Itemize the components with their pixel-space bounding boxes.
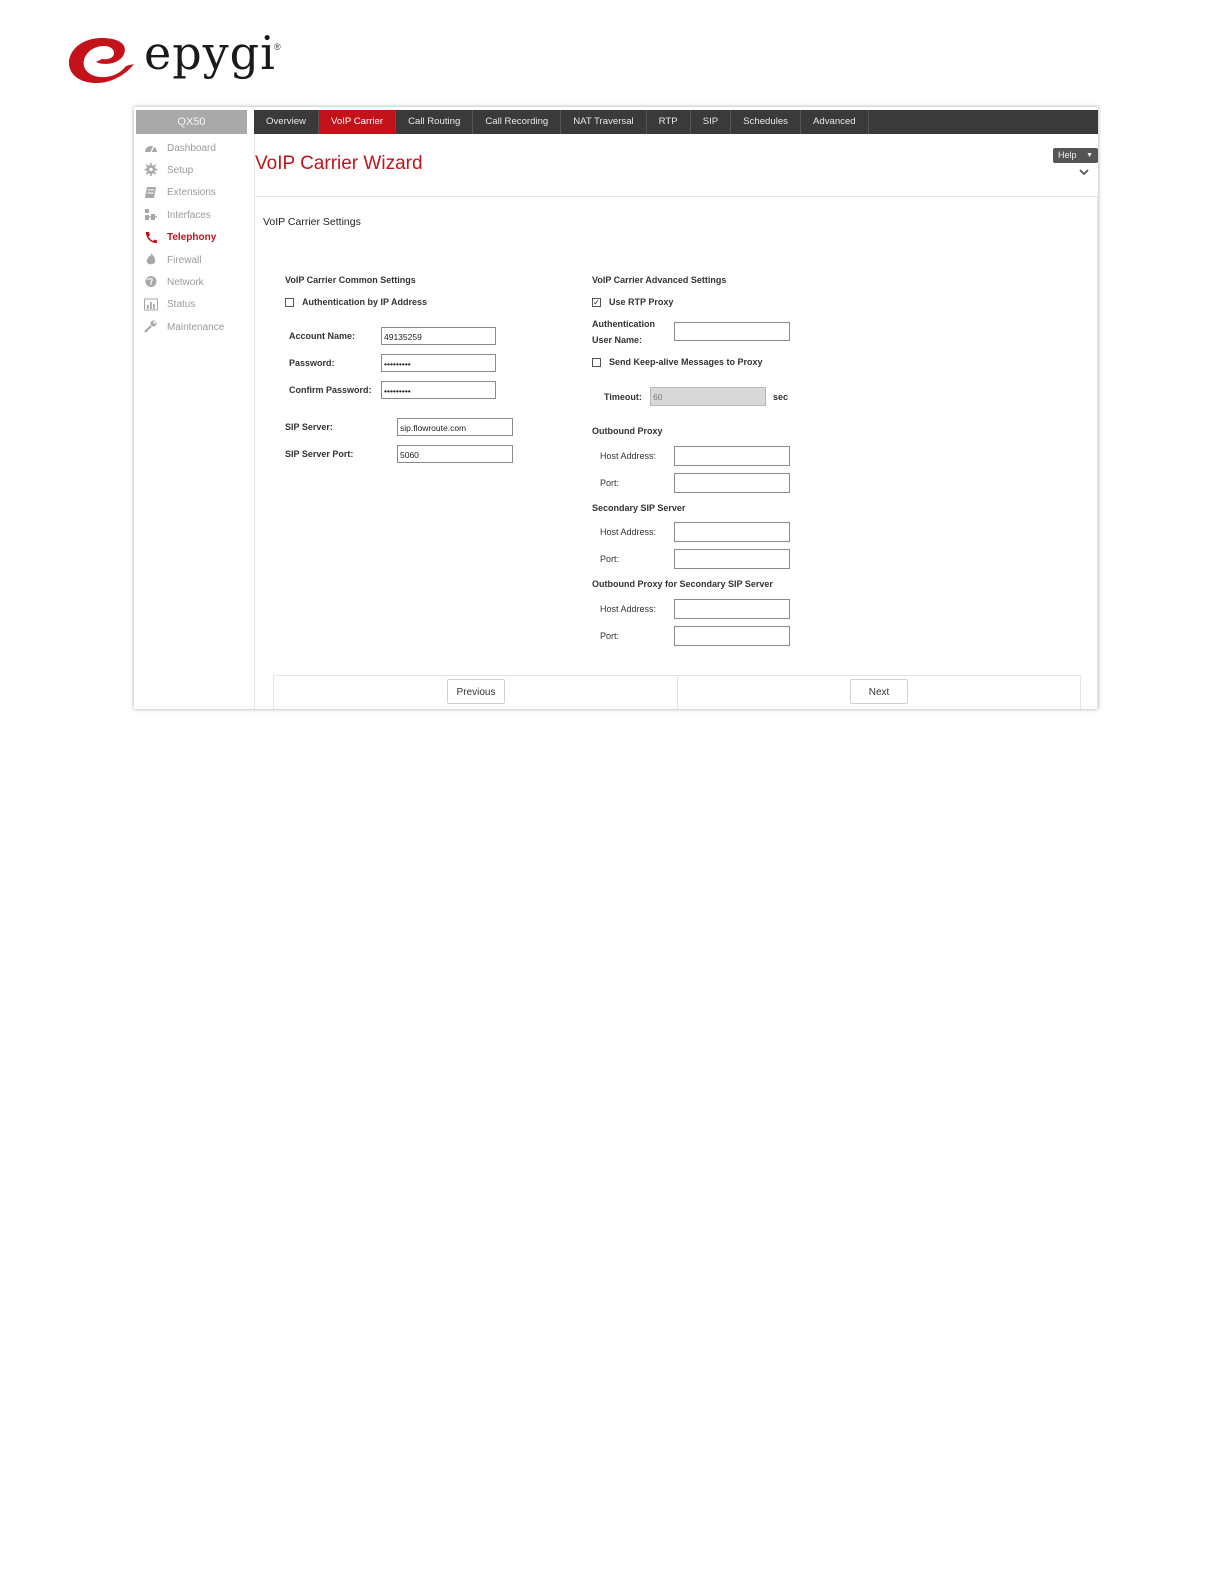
outbound-secondary-heading: Outbound Proxy for Secondary SIP Server (592, 579, 773, 589)
outbound-secondary-host-label: Host Address: (600, 604, 657, 614)
password-field[interactable]: ••••••••• (381, 354, 496, 372)
confirm-password-label: Confirm Password: (289, 385, 372, 395)
sidebar-divider (254, 134, 255, 709)
tab-sip[interactable]: SIP (691, 110, 732, 134)
secondary-sip-port-field[interactable] (674, 549, 790, 569)
outbound-secondary-port-label: Port: (600, 631, 620, 641)
gear-icon (144, 163, 158, 177)
globe-icon (145, 276, 157, 288)
confirm-password-field[interactable]: ••••••••• (381, 381, 496, 399)
auth-user-name-field[interactable] (674, 322, 790, 341)
sidebar-item-telephony[interactable]: Telephony (134, 227, 254, 249)
tab-overview[interactable]: Overview (254, 110, 319, 134)
tab-nat-traversal[interactable]: NAT Traversal (561, 110, 647, 134)
sip-server-port-label: SIP Server Port: (285, 449, 354, 459)
fire-icon (146, 252, 156, 265)
auth-by-ip-checkbox[interactable] (285, 298, 294, 307)
sidebar-item-status[interactable]: Status (134, 294, 254, 316)
title-divider (254, 196, 1098, 197)
password-label: Password: (289, 358, 335, 368)
sidebar-item-network[interactable]: Network (134, 271, 254, 293)
device-label: QX50 (136, 110, 247, 134)
tab-schedules[interactable]: Schedules (731, 110, 801, 134)
auth-user-label-line1: Authentication (592, 319, 655, 329)
extensions-icon (145, 186, 156, 198)
auth-user-label-line2: User Name: (592, 335, 643, 345)
sidebar-menu: Dashboard Setup Extensions Interfaces Te… (134, 137, 254, 339)
sip-server-field[interactable]: sip.flowroute.com (397, 418, 513, 436)
secondary-sip-port-label: Port: (600, 554, 620, 564)
sidebar-item-label: Setup (167, 165, 194, 177)
app-window: QX50 Dashboard Setup Extensions Interfac… (134, 107, 1098, 709)
sidebar-item-firewall[interactable]: Firewall (134, 249, 254, 271)
section-title: VoIP Carrier Settings (263, 216, 361, 228)
keepalive-label: Send Keep-alive Messages to Proxy (609, 357, 763, 367)
logo-wordmark: epygi (144, 26, 276, 80)
use-rtp-proxy-checkbox[interactable]: ✓ (592, 298, 601, 307)
caret-down-icon: ▼ (1086, 152, 1093, 159)
chart-icon (144, 298, 158, 311)
previous-button[interactable]: Previous (447, 679, 505, 704)
keepalive-checkbox[interactable] (592, 358, 601, 367)
outbound-proxy-host-label: Host Address: (600, 451, 657, 461)
outbound-proxy-port-field[interactable] (674, 473, 790, 493)
chevron-down-icon[interactable] (1078, 167, 1090, 177)
advanced-settings-heading: VoIP Carrier Advanced Settings (592, 275, 727, 285)
outbound-proxy-heading: Outbound Proxy (592, 426, 663, 436)
account-name-field[interactable]: 49135259 (381, 327, 496, 345)
account-name-label: Account Name: (289, 331, 356, 341)
page-title: VoIP Carrier Wizard (255, 153, 423, 174)
timeout-field[interactable]: 60 (650, 387, 766, 406)
registered-mark: ® (274, 42, 281, 52)
wizard-nav-divider (677, 675, 678, 709)
timeout-label: Timeout: (604, 392, 642, 402)
epygi-swirl-icon (68, 38, 134, 84)
outbound-secondary-host-field[interactable] (674, 599, 790, 619)
top-tab-bar: Overview VoIP Carrier Call Routing Call … (254, 110, 1098, 134)
dashboard-icon (145, 145, 157, 153)
next-button[interactable]: Next (850, 679, 908, 704)
tab-call-recording[interactable]: Call Recording (473, 110, 562, 134)
outbound-secondary-port-field[interactable] (674, 626, 790, 646)
use-rtp-proxy-label: Use RTP Proxy (609, 297, 674, 307)
tab-call-routing[interactable]: Call Routing (396, 110, 474, 134)
timeout-unit: sec (773, 392, 789, 402)
sidebar-item-label: Dashboard (167, 142, 216, 154)
secondary-sip-heading: Secondary SIP Server (592, 503, 686, 513)
auth-by-ip-label: Authentication by IP Address (302, 297, 428, 307)
phone-icon (145, 231, 157, 243)
sidebar-item-label: Firewall (167, 254, 202, 266)
sip-server-port-field[interactable]: 5060 (397, 445, 513, 463)
sidebar-item-maintenance[interactable]: Maintenance (134, 316, 254, 338)
sidebar-item-setup[interactable]: Setup (134, 159, 254, 181)
help-button[interactable]: Help ▼ (1053, 148, 1098, 163)
sidebar-item-interfaces[interactable]: Interfaces (134, 204, 254, 226)
sidebar-item-label: Network (167, 277, 204, 289)
wrench-icon (144, 320, 157, 333)
help-label: Help (1058, 150, 1077, 160)
outbound-proxy-port-label: Port: (600, 478, 620, 488)
interfaces-icon (145, 209, 157, 221)
common-settings-heading: VoIP Carrier Common Settings (285, 275, 416, 285)
epygi-logo: epygi ® (66, 26, 296, 88)
sidebar-item-label: Telephony (167, 232, 217, 244)
tab-advanced[interactable]: Advanced (801, 110, 869, 134)
sip-server-label: SIP Server: (285, 422, 333, 432)
outbound-proxy-host-field[interactable] (674, 446, 790, 466)
sidebar-item-extensions[interactable]: Extensions (134, 182, 254, 204)
sidebar-item-label: Extensions (167, 187, 216, 199)
tab-voip-carrier[interactable]: VoIP Carrier (318, 110, 397, 134)
secondary-sip-host-label: Host Address: (600, 527, 657, 537)
tab-rtp[interactable]: RTP (647, 110, 691, 134)
sidebar-item-label: Maintenance (167, 321, 225, 333)
sidebar-item-label: Status (167, 299, 196, 311)
sidebar-item-dashboard[interactable]: Dashboard (134, 137, 254, 159)
sidebar-item-label: Interfaces (167, 209, 211, 221)
content-right-border (1097, 196, 1098, 709)
secondary-sip-host-field[interactable] (674, 522, 790, 542)
check-icon: ✓ (593, 298, 600, 307)
